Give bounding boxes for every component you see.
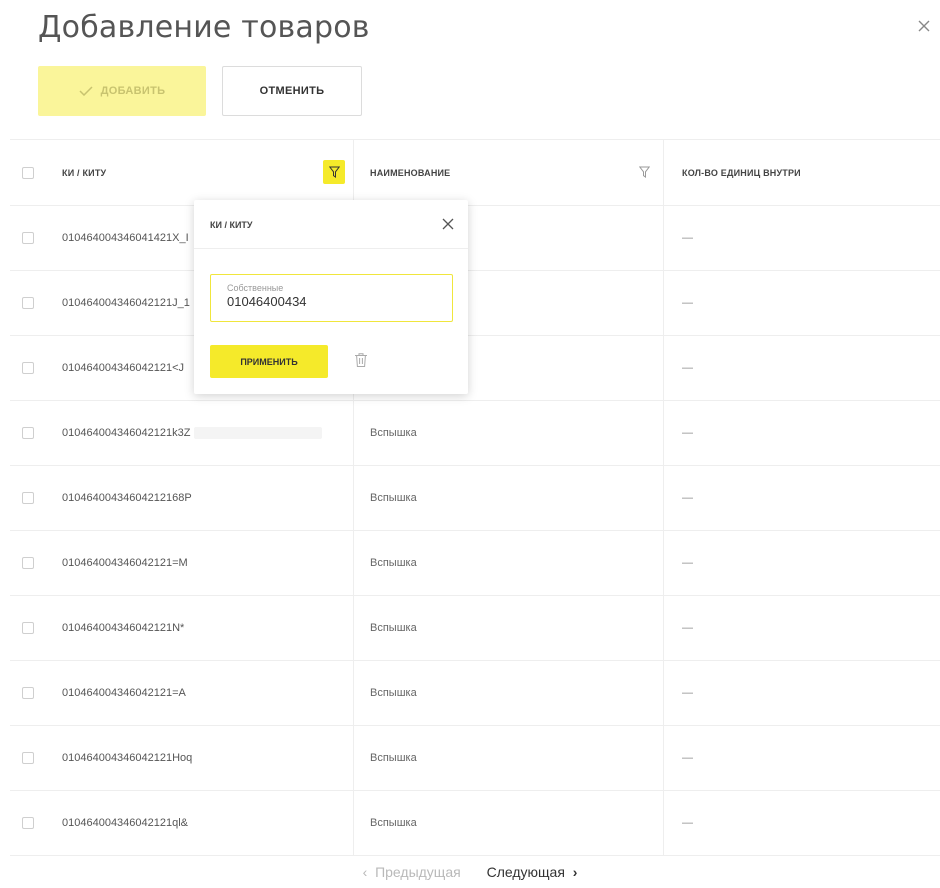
own-codes-field[interactable]: Собственные: [210, 274, 453, 322]
add-button[interactable]: ДОБАВИТЬ: [38, 66, 206, 116]
apply-button[interactable]: ПРИМЕНИТЬ: [210, 345, 328, 378]
prev-page-link[interactable]: ‹ Предыдущая: [363, 864, 465, 880]
chevron-left-icon: ‹: [362, 864, 368, 880]
field-label: Собственные: [227, 283, 284, 293]
row-checkbox[interactable]: [22, 232, 34, 244]
ki-value: 010464004346041421X_I: [62, 232, 189, 244]
filter-name-button[interactable]: [633, 160, 655, 184]
check-icon: [79, 86, 93, 96]
apply-button-label: ПРИМЕНИТЬ: [240, 356, 298, 367]
filter-icon: [638, 166, 650, 178]
row-checkbox[interactable]: [22, 687, 34, 699]
name-value: Вспышка: [370, 427, 417, 439]
qty-value: —: [682, 427, 693, 439]
table-row[interactable]: 010464004346042121ql& Вспышка —: [10, 791, 940, 856]
qty-value: —: [682, 297, 693, 309]
cancel-button[interactable]: ОТМЕНИТЬ: [222, 66, 362, 116]
close-icon[interactable]: [916, 18, 932, 34]
filter-ki-button[interactable]: [323, 160, 345, 184]
qty-value: —: [682, 687, 693, 699]
qty-value: —: [682, 557, 693, 569]
ki-value: 010464004346042121<J: [62, 362, 185, 374]
table-row[interactable]: 010464004346042121<J —: [10, 336, 940, 401]
ki-value: 010464004346042121​68P: [62, 492, 192, 504]
name-value: Вспышка: [370, 557, 417, 569]
dialog-title: Добавление товаров: [38, 10, 370, 45]
ki-value: 010464004346042121=A: [62, 687, 186, 699]
ki-value: 010464004346042121=M: [62, 557, 188, 569]
pagination: ‹ Предыдущая Следующая ›: [0, 864, 940, 880]
close-icon[interactable]: [442, 218, 454, 230]
name-value: Вспышка: [370, 622, 417, 634]
row-checkbox[interactable]: [22, 427, 34, 439]
row-checkbox[interactable]: [22, 557, 34, 569]
table-row[interactable]: 010464004346042121N* Вспышка —: [10, 596, 940, 661]
qty-value: —: [682, 752, 693, 764]
redacted-bar: [194, 427, 323, 439]
qty-value: —: [682, 622, 693, 634]
select-all-checkbox[interactable]: [22, 166, 34, 179]
qty-value: —: [682, 492, 693, 504]
row-checkbox[interactable]: [22, 817, 34, 829]
table-row[interactable]: 010464004346041421X_I —: [10, 206, 940, 271]
ki-value: 010464004346042121k3Z: [62, 427, 191, 439]
ki-value: 010464004346042121J_1: [62, 297, 190, 309]
qty-value: —: [682, 817, 693, 829]
name-value: Вспышка: [370, 492, 417, 504]
table-row[interactable]: 010464004346042121J_1 —: [10, 271, 940, 336]
name-value: Вспышка: [370, 752, 417, 764]
filter-icon: [328, 166, 340, 178]
row-checkbox[interactable]: [22, 622, 34, 634]
next-page-label: Следующая: [486, 864, 565, 880]
trash-icon[interactable]: [354, 352, 368, 368]
add-button-label: ДОБАВИТЬ: [100, 85, 166, 97]
table-row[interactable]: 010464004346042121​68P Вспышка —: [10, 466, 940, 531]
row-checkbox[interactable]: [22, 297, 34, 309]
row-checkbox[interactable]: [22, 752, 34, 764]
popup-title: КИ / КИТУ: [210, 220, 253, 230]
name-value: Вспышка: [370, 687, 417, 699]
column-header-name: НАИМЕНОВАНИЕ: [370, 167, 451, 178]
table-row[interactable]: 010464004346042121Hoq Вспышка —: [10, 726, 940, 791]
ki-filter-popup: КИ / КИТУ Собственные ПРИМЕНИТЬ: [194, 200, 468, 394]
table-row[interactable]: 010464004346042121=M Вспышка —: [10, 531, 940, 596]
cancel-button-label: ОТМЕНИТЬ: [259, 85, 325, 97]
ki-value: 010464004346042121N*: [62, 622, 185, 634]
ki-value: 010464004346042121ql&: [62, 817, 189, 829]
table-header-row: КИ / КИТУ НАИМЕНОВАНИЕ КОЛ-ВО ЕДИНИЦ ВНУ…: [10, 139, 940, 206]
table-row[interactable]: 010464004346042121=A Вспышка —: [10, 661, 940, 726]
row-checkbox[interactable]: [22, 362, 34, 374]
next-page-link[interactable]: Следующая ›: [487, 864, 578, 880]
column-header-ki: КИ / КИТУ: [62, 167, 107, 178]
ki-value: 010464004346042121Hoq: [62, 752, 193, 764]
column-header-qty: КОЛ-ВО ЕДИНИЦ ВНУТРИ: [682, 167, 801, 178]
products-table: КИ / КИТУ НАИМЕНОВАНИЕ КОЛ-ВО ЕДИНИЦ ВНУ…: [10, 139, 940, 856]
chevron-right-icon: ›: [572, 864, 578, 880]
qty-value: —: [682, 232, 693, 244]
prev-page-label: Предыдущая: [375, 864, 461, 880]
qty-value: —: [682, 362, 693, 374]
ki-filter-input[interactable]: [227, 294, 447, 309]
row-checkbox[interactable]: [22, 492, 34, 504]
name-value: Вспышка: [370, 817, 417, 829]
table-row[interactable]: 010464004346042121k3Z Вспышка —: [10, 401, 940, 466]
